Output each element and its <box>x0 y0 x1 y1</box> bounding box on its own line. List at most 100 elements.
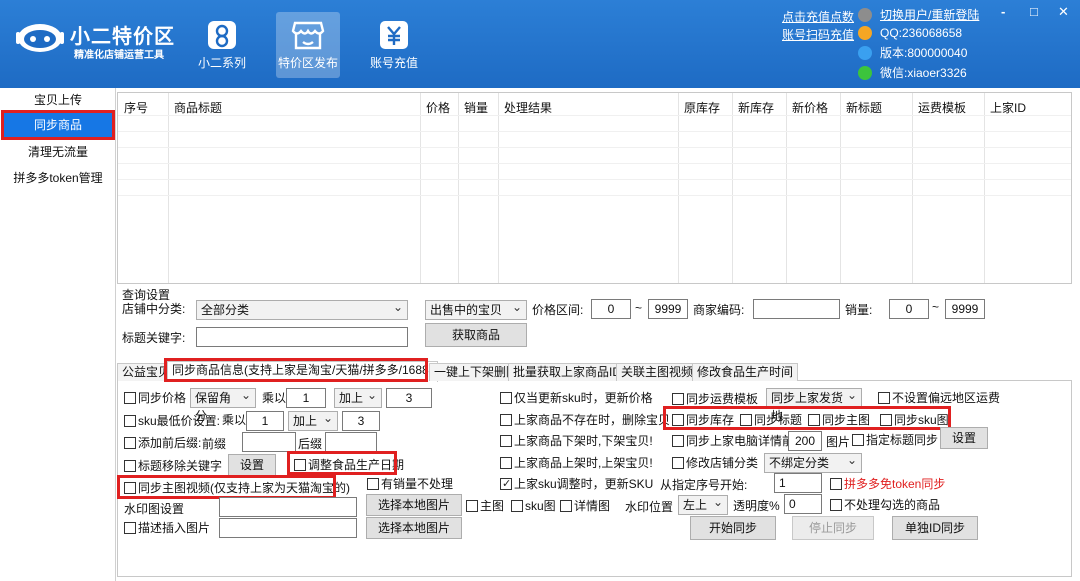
only-update-sku-price-checkbox[interactable]: 仅当更新sku时，更新价格 <box>500 390 653 406</box>
col-header-price[interactable]: 价格 <box>426 99 450 116</box>
prefix-input[interactable] <box>242 432 296 452</box>
keyword-input[interactable] <box>196 327 408 347</box>
col-header-sales[interactable]: 销量 <box>464 99 488 116</box>
watermark-path-input[interactable] <box>219 497 357 517</box>
status-select[interactable]: 出售中的宝贝 <box>425 298 527 320</box>
list-if-supplier-list-checkbox[interactable]: 上家商品上架时,上架宝贝! <box>500 455 653 471</box>
checkbox-box[interactable] <box>124 522 136 534</box>
checkbox-box[interactable] <box>500 392 512 404</box>
checkbox-box[interactable] <box>124 437 136 449</box>
choose-desc-image-button[interactable]: 选择本地图片 <box>366 517 462 539</box>
checkbox-box[interactable] <box>830 499 842 511</box>
plus-select[interactable]: 加上 <box>334 386 382 408</box>
specify-title-sync-checkbox[interactable]: 指定标题同步 <box>852 432 938 448</box>
fetch-products-button[interactable]: 获取商品 <box>425 323 527 347</box>
main-image-checkbox[interactable]: 主图 <box>466 498 504 514</box>
checkbox-box[interactable] <box>852 434 864 446</box>
stop-sync-button[interactable]: 停止同步 <box>792 516 874 540</box>
checkbox-box[interactable] <box>500 476 512 492</box>
sidebar-item-upload[interactable]: 宝贝上传 <box>4 88 112 112</box>
col-header-new-price[interactable]: 新价格 <box>792 99 828 116</box>
sku-image-checkbox[interactable]: sku图 <box>511 498 556 514</box>
col-header-new-title[interactable]: 新标题 <box>846 99 882 116</box>
no-remote-shipping-checkbox[interactable]: 不设置偏远地区运费 <box>878 390 1000 406</box>
update-sku-on-change-checkbox[interactable]: 上家sku调整时，更新SKU <box>500 476 653 492</box>
start-sync-button[interactable]: 开始同步 <box>690 516 776 540</box>
checkbox-box[interactable] <box>466 500 478 512</box>
skip-checked-items-checkbox[interactable]: 不处理勾选的商品 <box>830 497 940 513</box>
sales-max-input[interactable]: 9999 <box>945 299 985 319</box>
category-select[interactable]: 全部分类 <box>196 298 408 320</box>
price-max-input[interactable]: 9999 <box>648 299 688 319</box>
delist-if-supplier-delist-checkbox[interactable]: 上家商品下架时,下架宝贝! <box>500 433 653 449</box>
start-from-input[interactable]: 1 <box>774 473 822 493</box>
sku-plus-select[interactable]: 加上 <box>288 409 338 431</box>
specify-title-settings-button[interactable]: 设置 <box>940 427 988 449</box>
minimize-button[interactable]: - <box>1001 4 1005 19</box>
col-header-index[interactable]: 序号 <box>124 99 148 116</box>
checkbox-box[interactable] <box>367 478 379 490</box>
no-sales-skip-checkbox[interactable]: 有销量不处理 <box>367 476 453 492</box>
checkbox-box[interactable] <box>124 415 136 427</box>
sync-price-checkbox[interactable]: 同步价格 <box>124 390 186 406</box>
merchant-code-input[interactable] <box>753 299 840 319</box>
rounding-select[interactable]: 保留角分 <box>190 386 256 423</box>
col-header-new-stock[interactable]: 新库存 <box>738 99 774 116</box>
switch-user-row[interactable]: 切换用户/重新登陆 <box>858 6 979 24</box>
col-header-result[interactable]: 处理结果 <box>504 99 552 116</box>
opacity-input[interactable]: 0 <box>784 494 822 514</box>
choose-watermark-button[interactable]: 选择本地图片 <box>366 494 462 516</box>
checkbox-box[interactable] <box>511 500 523 512</box>
nav-xiaoer-series[interactable]: 小二系列 <box>190 12 254 78</box>
single-id-sync-button[interactable]: 单独ID同步 <box>892 516 978 540</box>
detail-image-checkbox[interactable]: 详情图 <box>560 498 610 514</box>
recharge-link[interactable]: 点击充值点数 <box>782 8 854 25</box>
checkbox-box[interactable] <box>560 500 572 512</box>
sku-multiply-input[interactable]: 1 <box>246 411 284 431</box>
remove-keywords-checkbox[interactable]: 标题移除关键字 <box>124 458 222 474</box>
sync-pc-detail-checkbox[interactable]: 同步上家电脑详情前 <box>672 433 794 449</box>
pc-detail-count-input[interactable]: 200 <box>788 431 822 451</box>
shipping-template-select[interactable]: 同步上家发货地 <box>766 386 862 423</box>
checkbox-box[interactable] <box>672 393 684 405</box>
tab-link-main-video[interactable]: 关联主图视频 <box>616 363 699 381</box>
col-header-title[interactable]: 商品标题 <box>174 99 222 116</box>
sku-min-price-checkbox[interactable]: sku最低价设置: <box>124 413 220 429</box>
plus-amount-input[interactable]: 3 <box>386 388 432 408</box>
checkbox-box[interactable] <box>672 457 684 469</box>
maximize-button[interactable]: □ <box>1030 4 1038 19</box>
scan-recharge-link[interactable]: 账号扫码充值 <box>782 26 854 43</box>
shop-category-select[interactable]: 不绑定分类 <box>764 451 862 473</box>
suffix-input[interactable] <box>325 432 377 452</box>
sales-min-input[interactable]: 0 <box>889 299 929 319</box>
checkbox-box[interactable] <box>672 435 684 447</box>
checkbox-box[interactable] <box>124 460 136 472</box>
product-table[interactable]: 序号 商品标题 价格 销量 处理结果 原库存 新库存 新价格 新标题 运费模板 … <box>117 92 1072 284</box>
nav-special-publish[interactable]: 特价区发布 <box>276 12 340 78</box>
desc-image-path-input[interactable] <box>219 518 357 538</box>
delete-if-missing-checkbox[interactable]: 上家商品不存在时，删除宝贝 <box>500 412 670 428</box>
desc-insert-image-checkbox[interactable]: 描述插入图片 <box>124 520 210 536</box>
watermark-position-select[interactable]: 左上 <box>678 493 728 515</box>
col-header-shipping[interactable]: 运费模板 <box>918 99 966 116</box>
add-prefix-suffix-checkbox[interactable]: 添加前后缀: <box>124 435 201 451</box>
tab-modify-food-date[interactable]: 修改食品生产时间 <box>692 363 799 381</box>
sidebar-item-clean-no-traffic[interactable]: 清理无流量 <box>4 140 112 164</box>
nav-account-recharge[interactable]: 账号充值 <box>362 12 426 78</box>
checkbox-box[interactable] <box>124 392 136 404</box>
col-header-supplier-id[interactable]: 上家ID <box>990 99 1026 116</box>
sync-shipping-template-checkbox[interactable]: 同步运费模板 <box>672 391 758 407</box>
checkbox-box[interactable] <box>500 457 512 469</box>
tab-fetch-supplier-id[interactable]: 批量获取上家商品ID <box>508 363 627 381</box>
multiply-input[interactable]: 1 <box>286 388 326 408</box>
remove-keywords-settings-button[interactable]: 设置 <box>228 454 276 476</box>
close-button[interactable]: ✕ <box>1058 4 1069 20</box>
col-header-orig-stock[interactable]: 原库存 <box>684 99 720 116</box>
price-min-input[interactable]: 0 <box>591 299 631 319</box>
checkbox-box[interactable] <box>830 478 842 490</box>
sku-plus-amount-input[interactable]: 3 <box>342 411 380 431</box>
modify-shop-category-checkbox[interactable]: 修改店铺分类 <box>672 455 758 471</box>
checkbox-box[interactable] <box>878 392 890 404</box>
switch-user-link[interactable]: 切换用户/重新登陆 <box>880 8 979 22</box>
sidebar-item-sync-products[interactable]: 同步商品 <box>1 110 115 140</box>
